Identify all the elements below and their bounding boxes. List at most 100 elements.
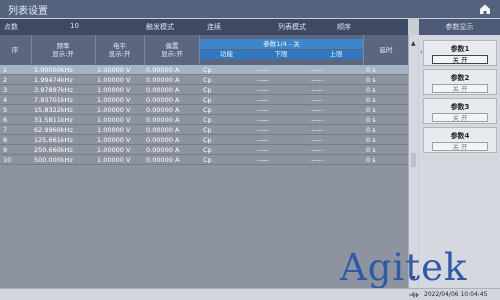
- param3-button[interactable]: 参数3 关 开: [423, 98, 497, 124]
- cell-bias[interactable]: 0.00000 A: [146, 155, 198, 165]
- cell-function[interactable]: Cp: [203, 125, 253, 135]
- cell-level[interactable]: 1.00000 V: [97, 155, 143, 165]
- cell-frequency[interactable]: 31.5811kHz: [34, 115, 94, 125]
- cell-function[interactable]: Cp: [203, 85, 253, 95]
- cell-level[interactable]: 1.00000 V: [97, 125, 143, 135]
- cell-frequency[interactable]: 7.93701kHz: [34, 95, 94, 105]
- cell-delay[interactable]: 0 s: [366, 75, 406, 85]
- cell-bias[interactable]: 0.00000 A: [146, 95, 198, 105]
- cell-delay[interactable]: 0 s: [366, 105, 406, 115]
- cell-function[interactable]: Cp: [203, 95, 253, 105]
- home-icon[interactable]: [478, 2, 492, 16]
- cell-lower-limit[interactable]: -----: [257, 115, 307, 125]
- cell-frequency[interactable]: 15.8322kHz: [34, 105, 94, 115]
- cell-index: 1: [3, 66, 8, 74]
- cell-lower-limit[interactable]: -----: [257, 135, 307, 145]
- table-row[interactable]: 7 62.9960kHz 1.00000 V 0.00000 A Cp ----…: [0, 125, 408, 135]
- cell-upper-limit[interactable]: -----: [311, 155, 361, 165]
- cell-delay[interactable]: 0 s: [366, 145, 406, 155]
- cell-level[interactable]: 1.00000 V: [97, 85, 143, 95]
- cell-level[interactable]: 1.00000 V: [97, 75, 143, 85]
- cell-upper-limit[interactable]: -----: [311, 95, 361, 105]
- table-row[interactable]: 2 1.99474kHz 1.00000 V 0.00000 A Cp ----…: [0, 75, 408, 85]
- scrollbar-thumb[interactable]: [411, 153, 416, 167]
- table-row[interactable]: 9 250.660kHz 1.00000 V 0.00000 A Cp ----…: [0, 145, 408, 155]
- cell-delay[interactable]: 0 s: [366, 135, 406, 145]
- param4-button[interactable]: 参数4 关 开: [423, 127, 497, 153]
- cell-lower-limit[interactable]: -----: [257, 85, 307, 95]
- arrow-up-icon[interactable]: ▲: [411, 41, 417, 47]
- cell-lower-limit[interactable]: -----: [257, 125, 307, 135]
- cell-bias[interactable]: 0.00000 A: [146, 125, 198, 135]
- header-function: 功能: [200, 50, 253, 59]
- cell-lower-limit[interactable]: -----: [257, 145, 307, 155]
- cell-lower-limit[interactable]: -----: [257, 95, 307, 105]
- cell-bias[interactable]: 0.00000 A: [146, 115, 198, 125]
- cell-function[interactable]: Cp: [203, 155, 253, 165]
- cell-function[interactable]: Cp: [203, 115, 253, 125]
- cell-upper-limit[interactable]: -----: [311, 135, 361, 145]
- cell-frequency[interactable]: 500.000kHz: [34, 155, 94, 165]
- cell-lower-limit[interactable]: -----: [257, 65, 307, 75]
- table-row[interactable]: 8 125.661kHz 1.00000 V 0.00000 A Cp ----…: [0, 135, 408, 145]
- cell-delay[interactable]: 0 s: [366, 155, 406, 165]
- cell-bias[interactable]: 0.00000 A: [146, 145, 198, 155]
- points-label: 点数: [4, 23, 18, 31]
- cell-frequency[interactable]: 250.660kHz: [34, 145, 94, 155]
- cell-function[interactable]: Cp: [203, 65, 253, 75]
- cell-level[interactable]: 1.00000 V: [97, 135, 143, 145]
- cell-bias[interactable]: 0.00000 A: [146, 105, 198, 115]
- cell-lower-limit[interactable]: -----: [257, 105, 307, 115]
- cell-upper-limit[interactable]: -----: [311, 125, 361, 135]
- cell-upper-limit[interactable]: -----: [311, 105, 361, 115]
- cell-bias[interactable]: 0.00000 A: [146, 65, 198, 75]
- table-row[interactable]: 10 500.000kHz 1.00000 V 0.00000 A Cp ---…: [0, 155, 408, 165]
- cell-level[interactable]: 1.00000 V: [97, 115, 143, 125]
- list-mode-value[interactable]: 顺序: [337, 22, 351, 32]
- cell-upper-limit[interactable]: -----: [311, 75, 361, 85]
- cell-frequency[interactable]: 62.9960kHz: [34, 125, 94, 135]
- cell-delay[interactable]: 0 s: [366, 115, 406, 125]
- cell-function[interactable]: Cp: [203, 135, 253, 145]
- status-bar: 2022/04/06 10:04:45: [0, 288, 500, 300]
- cell-bias[interactable]: 0.00000 A: [146, 85, 198, 95]
- trigger-mode-value[interactable]: 连续: [207, 22, 221, 32]
- table-row[interactable]: 3 3.97897kHz 1.00000 V 0.00000 A Cp ----…: [0, 85, 408, 95]
- param3-label: 参数3: [450, 103, 470, 111]
- param3-toggle[interactable]: 关 开: [432, 113, 488, 122]
- table-row[interactable]: 1 1.00000kHz 1.00000 V 0.00000 A Cp ----…: [0, 65, 408, 75]
- cell-upper-limit[interactable]: -----: [311, 65, 361, 75]
- cell-upper-limit[interactable]: -----: [311, 145, 361, 155]
- cell-index: 2: [3, 76, 8, 84]
- cell-level[interactable]: 1.00000 V: [97, 145, 143, 155]
- table-row[interactable]: 4 7.93701kHz 1.00000 V 0.00000 A Cp ----…: [0, 95, 408, 105]
- cell-bias[interactable]: 0.00000 A: [146, 135, 198, 145]
- cell-delay[interactable]: 0 s: [366, 85, 406, 95]
- cell-frequency[interactable]: 125.661kHz: [34, 135, 94, 145]
- cell-frequency[interactable]: 1.00000kHz: [34, 65, 94, 75]
- cell-bias[interactable]: 0.00000 A: [146, 75, 198, 85]
- cell-level[interactable]: 1.00000 V: [97, 65, 143, 75]
- cell-level[interactable]: 1.00000 V: [97, 95, 143, 105]
- table-row[interactable]: 5 15.8322kHz 1.00000 V 0.00000 A Cp ----…: [0, 105, 408, 115]
- cell-delay[interactable]: 0 s: [366, 125, 406, 135]
- param1-toggle[interactable]: 关 开: [432, 55, 488, 64]
- param1-button[interactable]: 参数1 关 开: [423, 40, 497, 66]
- cell-level[interactable]: 1.00000 V: [97, 105, 143, 115]
- cell-delay[interactable]: 0 s: [366, 65, 406, 75]
- cell-upper-limit[interactable]: -----: [311, 85, 361, 95]
- cell-frequency[interactable]: 1.99474kHz: [34, 75, 94, 85]
- param4-toggle[interactable]: 关 开: [432, 142, 488, 151]
- cell-delay[interactable]: 0 s: [366, 95, 406, 105]
- cell-function[interactable]: Cp: [203, 105, 253, 115]
- cell-function[interactable]: Cp: [203, 75, 253, 85]
- cell-lower-limit[interactable]: -----: [257, 155, 307, 165]
- param2-toggle[interactable]: 关 开: [432, 84, 488, 93]
- cell-frequency[interactable]: 3.97897kHz: [34, 85, 94, 95]
- table-row[interactable]: 6 31.5811kHz 1.00000 V 0.00000 A Cp ----…: [0, 115, 408, 125]
- cell-upper-limit[interactable]: -----: [311, 115, 361, 125]
- cell-lower-limit[interactable]: -----: [257, 75, 307, 85]
- param2-button[interactable]: 参数2 关 开: [423, 69, 497, 95]
- points-value[interactable]: 10: [70, 22, 79, 30]
- cell-function[interactable]: Cp: [203, 145, 253, 155]
